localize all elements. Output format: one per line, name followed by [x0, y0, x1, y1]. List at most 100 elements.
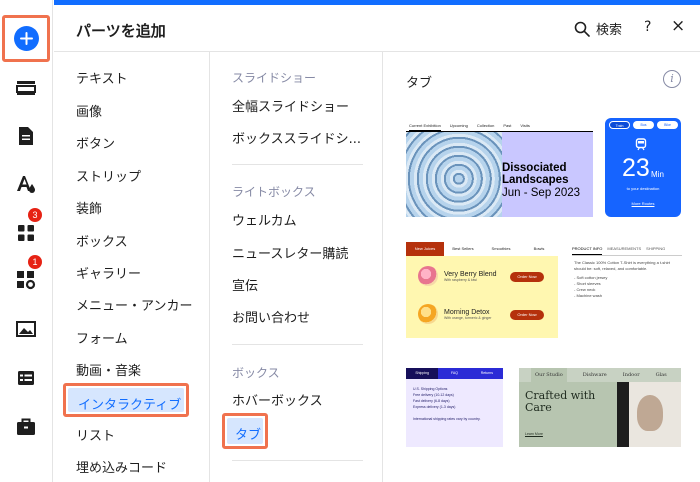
preset-bullet: - Machine wash [574, 293, 603, 298]
preset-number: 23 [622, 154, 650, 182]
sub-full-width-slideshow[interactable]: 全幅スライドショー [232, 96, 349, 115]
tabs-preset-transit[interactable]: Train Bus Bike 23 Min to your destinatio… [605, 118, 681, 217]
apps-icon [18, 225, 34, 241]
preset-link: More Routes [631, 201, 655, 206]
lightbox-heading: ライトボックス [232, 185, 316, 199]
section-title: タブ [406, 76, 433, 91]
preset-body: The Classic 100% Cotton T-Shirt is every… [574, 260, 678, 299]
preset-tab: New Juices [406, 242, 444, 256]
business-apps-button[interactable]: 1 [8, 255, 44, 298]
berry-image [418, 266, 438, 286]
preset-tab-bar: Train Bus Bike [609, 121, 678, 129]
preset-item-desc: With raspberry & kiwi [444, 277, 477, 282]
slideshow-heading: スライドショー [232, 71, 317, 85]
sub-newsletter[interactable]: ニュースレター購読 [232, 243, 348, 262]
preset-item-name: Very Berry Blend [444, 270, 497, 278]
preset-tab: Train [609, 121, 630, 129]
category-gallery[interactable]: ギャラリー [76, 263, 141, 282]
preset-tab: Past [503, 123, 512, 128]
preset-tab: Collection [476, 123, 495, 128]
category-embed-code[interactable]: 埋め込みコード [76, 457, 167, 476]
vase-image-shadow [617, 382, 629, 447]
preset-tab: Our Studio [531, 368, 567, 382]
sub-hover-box[interactable]: ホバーボックス [232, 390, 323, 409]
help-icon[interactable]: ? [644, 19, 651, 35]
tabs-preset-shipping[interactable]: Shipping FAQ Returns U.S. Shipping Optio… [406, 368, 503, 447]
theme-button[interactable] [8, 166, 44, 202]
divider [232, 164, 363, 165]
category-form[interactable]: フォーム [76, 328, 128, 347]
sub-welcome[interactable]: ウェルカム [232, 210, 297, 229]
tabs-preset-exhibition[interactable]: Current Exhibition Upcoming Collection P… [406, 118, 593, 217]
sub-tabs-highlight: タブ [227, 418, 263, 444]
orange-image [418, 304, 438, 324]
tabs-preset-product-info[interactable]: PRODUCT INFO MEASUREMENTS SHIPPING The C… [572, 242, 682, 338]
apps-badge: 3 [28, 208, 42, 222]
font-color-icon [17, 176, 35, 193]
preset-item-text: Morning Detox With orange, turmeric & gi… [438, 309, 491, 320]
search-button[interactable]: 検索 [574, 19, 622, 38]
preset-tab-bar: PRODUCT INFO MEASUREMENTS SHIPPING [572, 242, 682, 256]
add-elements-button[interactable] [2, 15, 50, 62]
portfolio-button[interactable] [8, 409, 44, 445]
panel-title: パーツを追加 [76, 22, 166, 40]
category-interactive-label: インタラクティブ [78, 398, 182, 413]
category-interactive-highlight: インタラクティブ [68, 388, 184, 413]
info-icon[interactable]: i [663, 70, 681, 88]
category-text[interactable]: テキスト [76, 68, 128, 87]
category-image[interactable]: 画像 [76, 101, 102, 120]
category-menu-anchor[interactable]: メニュー・アンカー [76, 295, 192, 314]
tabs-preset-juices[interactable]: New Juices Best Sellers Smoothies Bowls … [406, 242, 558, 338]
category-video-music[interactable]: 動画・音楽 [76, 360, 141, 379]
table-icon [18, 371, 34, 385]
category-list-item[interactable]: リスト [76, 425, 115, 444]
preset-line: Express delivery (1-3 days) [413, 405, 456, 409]
close-icon[interactable]: × [671, 16, 685, 36]
page-icon [19, 127, 33, 145]
briefcase-icon [17, 418, 35, 435]
category-button[interactable]: ボタン [76, 133, 115, 152]
preset-tab: Glas [655, 372, 667, 378]
preset-tab: PRODUCT INFO [572, 242, 603, 255]
sub-tabs-label: タブ [235, 428, 262, 443]
order-button: Order Now [510, 310, 544, 320]
preset-item-name: Morning Detox [444, 308, 490, 316]
sections-icon [16, 81, 36, 95]
preset-tab-bar: Current Exhibition Upcoming Collection P… [406, 118, 593, 132]
sub-contact[interactable]: お問い合わせ [232, 307, 310, 326]
preset-tab: MEASUREMENTS [607, 246, 642, 251]
vase-shape [637, 395, 663, 431]
abstract-landscape-image [406, 132, 502, 217]
sub-tabs[interactable]: タブ [222, 413, 268, 449]
preset-tab: SHIPPING [646, 246, 666, 251]
sub-box-slideshow[interactable]: ボックススライドシ... [232, 128, 361, 147]
preset-line: International shipping rates vary by cou… [413, 417, 481, 421]
sections-button[interactable] [8, 70, 44, 106]
category-interactive[interactable]: インタラクティブ [63, 383, 189, 417]
preset-title: Crafted with Care [525, 389, 596, 414]
preset-tab-bar: Shipping FAQ Returns [406, 368, 503, 379]
preset-dates: Jun - Sep 2023 [502, 187, 581, 199]
box-heading: ボックス [232, 366, 280, 380]
preset-item-desc: With orange, turmeric & ginger [444, 315, 492, 320]
category-decorative[interactable]: 装飾 [76, 198, 102, 217]
pages-button[interactable] [8, 118, 44, 154]
app-market-button[interactable]: 3 [8, 208, 44, 251]
train-icon [635, 138, 647, 154]
cms-button[interactable] [8, 360, 44, 396]
preset-tab: Bike [657, 121, 678, 129]
category-strip[interactable]: ストリップ [76, 166, 141, 185]
sub-promotion[interactable]: 宣伝 [232, 275, 258, 294]
preset-tab: FAQ [450, 371, 458, 375]
preset-tab: Bus [633, 121, 654, 129]
business-badge: 1 [28, 255, 42, 269]
search-label: 検索 [596, 23, 623, 38]
panel-header: パーツを追加 検索 ? × [54, 5, 700, 52]
tabs-preset-studio[interactable]: Our Studio Dishware Indoor Glas Crafted … [519, 368, 681, 447]
preset-item-text: Very Berry Blend With raspberry & kiwi [438, 271, 497, 282]
category-box[interactable]: ボックス [76, 231, 128, 250]
preset-title: Dissociated Landscapes [502, 162, 569, 186]
preset-tab: Indoor [622, 372, 640, 378]
media-button[interactable] [8, 311, 44, 347]
preset-tab: Current Exhibition [409, 123, 441, 131]
